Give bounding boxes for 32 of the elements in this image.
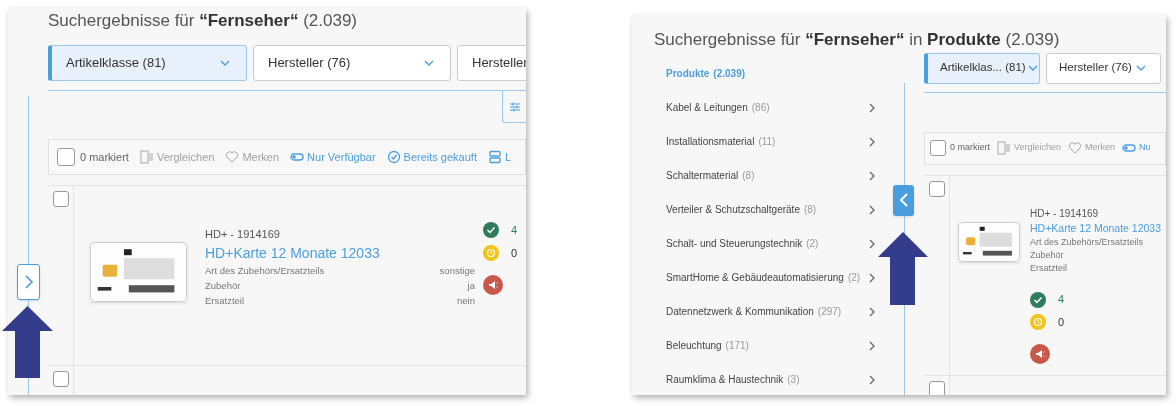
filter-dropdown[interactable]: Hersteller (76) <box>1046 52 1161 84</box>
stock-count: 4 <box>511 223 518 238</box>
category-item[interactable]: Schaltermaterial (8) <box>666 158 876 193</box>
category-item[interactable]: Installationsmaterial (11) <box>666 124 876 159</box>
attribute-label: Ersatzteil <box>205 293 245 308</box>
category-item[interactable]: Schalt- und Steuerungstechnik (2) <box>666 226 876 261</box>
stock-count: 0 <box>511 245 518 261</box>
attribute-label: Ersatzteil <box>1030 262 1067 276</box>
attribute-label: Zubehör <box>1030 249 1064 263</box>
filter-dropdown[interactable]: Hersteller (76) <box>253 45 451 81</box>
filter-dropdown[interactable]: Artikelklasse (81) <box>48 45 247 81</box>
attribute-value: nein <box>457 293 475 308</box>
stock-count: 0 <box>1058 314 1065 330</box>
category-item[interactable]: Raumklima & Haustechnik (3) <box>666 362 876 395</box>
attribute-label: Zubehör <box>205 278 241 293</box>
search-heading: Suchergebnisse für “Fernseher“ in Produkte (2.039) <box>653 29 1061 51</box>
category-item[interactable]: Verteiler & Schutzschaltgeräte (8) <box>666 192 876 227</box>
category-item[interactable]: SmartHome & Gebäudeautomatisierung (2) <box>666 260 876 295</box>
category-item[interactable]: Kabel & Leitungen (86) <box>666 90 876 125</box>
category-item[interactable]: Beleuchtung (171) <box>666 328 876 363</box>
stock-count: 4 <box>1058 292 1065 308</box>
attribute-value: ja <box>467 278 475 293</box>
search-heading: Suchergebnisse für “Fernseher“ (2.039) <box>47 10 358 32</box>
product-brand: HD+ - 1914169 <box>1030 206 1100 221</box>
attribute-label: Art des Zubehörs/Ersatzteils <box>205 263 325 278</box>
category-item[interactable]: Datennetzwerk & Kommunikation (297) <box>666 294 876 329</box>
attribute-label: Art des Zubehörs/Ersatzteils <box>1030 236 1144 250</box>
product-brand: HD+ - 1914169 <box>205 227 281 242</box>
attribute-value: sonstige <box>439 263 475 278</box>
selection-count: 0 markiert <box>80 149 129 165</box>
selection-count: 0 markiert <box>950 141 990 155</box>
filter-dropdown[interactable]: Artikelklas... (81) <box>924 52 1040 84</box>
